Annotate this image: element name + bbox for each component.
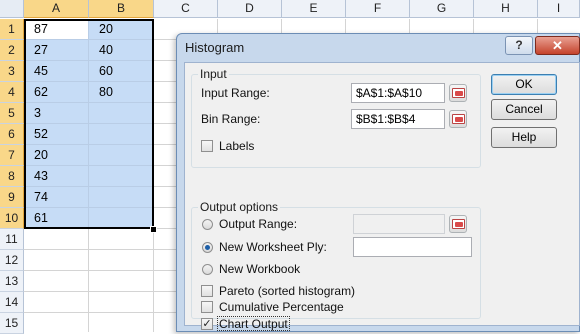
new-worksheet-ply-label: New Worksheet Ply: bbox=[219, 240, 327, 254]
output-range-label: Output Range: bbox=[219, 217, 298, 231]
column-header-b[interactable]: B bbox=[89, 0, 154, 18]
row-header-5[interactable]: 5 bbox=[0, 103, 24, 124]
column-header-a[interactable]: A bbox=[24, 0, 89, 18]
titlebar-help-button[interactable]: ? bbox=[505, 36, 533, 55]
column-header-f[interactable]: F bbox=[346, 0, 410, 18]
row-header-6[interactable]: 6 bbox=[0, 124, 24, 145]
cumulative-percentage-checkbox[interactable] bbox=[201, 301, 213, 313]
output-options-label: Output options bbox=[198, 200, 281, 214]
histogram-dialog: Histogram ? ✕ Input Input Range: $A$1:$A… bbox=[176, 33, 580, 332]
cumulative-percentage-label: Cumulative Percentage bbox=[219, 300, 344, 314]
pareto-label: Pareto (sorted histogram) bbox=[219, 284, 356, 298]
cancel-button[interactable]: Cancel bbox=[491, 99, 557, 120]
column-header-h[interactable]: H bbox=[474, 0, 538, 18]
column-header-g[interactable]: G bbox=[410, 0, 474, 18]
row-header-4[interactable]: 4 bbox=[0, 82, 24, 103]
row-header-2[interactable]: 2 bbox=[0, 40, 24, 61]
input-range-label: Input Range: bbox=[201, 86, 270, 100]
output-range-radio[interactable] bbox=[202, 219, 213, 230]
row-header-11[interactable]: 11 bbox=[0, 229, 24, 250]
dialog-client-area: Input Input Range: $A$1:$A$10 Bin Range:… bbox=[184, 62, 580, 331]
new-worksheet-ply-field[interactable] bbox=[353, 237, 472, 257]
input-range-field[interactable]: $A$1:$A$10 bbox=[351, 83, 445, 103]
column-header-c[interactable]: C bbox=[154, 0, 218, 18]
new-workbook-radio[interactable] bbox=[202, 264, 213, 275]
range-picker-icon[interactable] bbox=[449, 110, 467, 128]
dialog-title: Histogram bbox=[185, 40, 245, 55]
select-all-corner[interactable] bbox=[0, 0, 24, 18]
pareto-checkbox[interactable] bbox=[201, 285, 213, 297]
column-header-d[interactable]: D bbox=[218, 0, 282, 18]
labels-label: Labels bbox=[219, 139, 255, 153]
row-header-3[interactable]: 3 bbox=[0, 61, 24, 82]
new-workbook-label: New Workbook bbox=[219, 262, 301, 276]
range-picker-icon[interactable] bbox=[449, 215, 467, 233]
row-header-8[interactable]: 8 bbox=[0, 166, 24, 187]
bin-range-label: Bin Range: bbox=[201, 112, 261, 126]
new-worksheet-ply-radio[interactable] bbox=[202, 242, 213, 253]
row-header-9[interactable]: 9 bbox=[0, 187, 24, 208]
chart-output-label: Chart Output bbox=[219, 317, 288, 331]
input-group-label: Input bbox=[198, 67, 229, 81]
column-header-e[interactable]: E bbox=[282, 0, 346, 18]
row-header-7[interactable]: 7 bbox=[0, 145, 24, 166]
fill-handle[interactable] bbox=[150, 226, 157, 233]
row-header-15[interactable]: 15 bbox=[0, 313, 24, 334]
chart-output-checkbox[interactable]: ✓ bbox=[201, 318, 213, 330]
ok-button[interactable]: OK bbox=[491, 74, 557, 95]
row-header-14[interactable]: 14 bbox=[0, 292, 24, 313]
bin-range-field[interactable]: $B$1:$B$4 bbox=[351, 109, 445, 129]
column-header-i[interactable]: I bbox=[538, 0, 580, 18]
row-header-10[interactable]: 10 bbox=[0, 208, 24, 229]
titlebar-close-button[interactable]: ✕ bbox=[535, 36, 580, 55]
row-header-12[interactable]: 12 bbox=[0, 250, 24, 271]
help-button[interactable]: Help bbox=[491, 127, 557, 148]
dialog-titlebar[interactable]: Histogram ? ✕ bbox=[177, 34, 580, 62]
row-header-13[interactable]: 13 bbox=[0, 271, 24, 292]
output-range-field[interactable] bbox=[353, 214, 445, 234]
labels-checkbox[interactable] bbox=[201, 140, 213, 152]
row-header-1[interactable]: 1 bbox=[0, 19, 24, 40]
range-picker-icon[interactable] bbox=[449, 84, 467, 102]
